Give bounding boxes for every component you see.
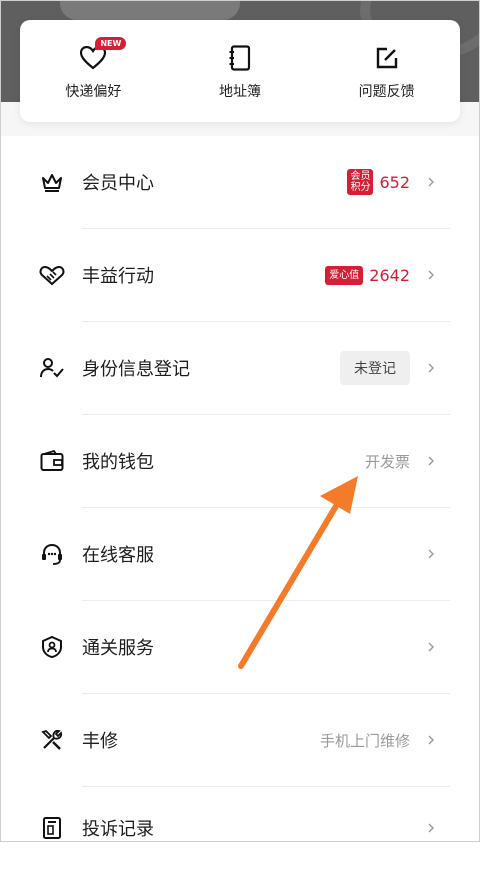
row-repair[interactable]: 丰修 手机上门维修 — [0, 694, 480, 786]
clipboard-icon — [39, 815, 65, 841]
new-badge: NEW — [95, 37, 127, 50]
edit-icon — [372, 43, 402, 73]
crown-icon — [39, 169, 65, 195]
chevron-right-icon — [428, 735, 434, 745]
charity-value-box: 爱心值 2642 — [325, 265, 410, 285]
notebook-icon — [225, 43, 255, 73]
tools-icon — [39, 727, 65, 753]
points-value: 652 — [379, 172, 410, 192]
row-label: 丰益行动 — [82, 266, 154, 287]
points-badge-bottom: 积分 — [350, 182, 371, 193]
chevron-right-icon — [428, 363, 434, 373]
chevron-right-icon — [428, 456, 434, 466]
invoice-hint: 开发票 — [364, 452, 410, 471]
row-customs-service[interactable]: 通关服务 — [0, 601, 480, 693]
row-my-wallet[interactable]: 我的钱包 开发票 — [0, 415, 480, 507]
love-value: 2642 — [369, 265, 410, 285]
row-online-service[interactable]: 在线客服 — [0, 508, 480, 600]
quick-delivery-preference[interactable]: NEW 快递偏好 — [33, 37, 153, 101]
user-check-icon — [39, 355, 65, 381]
row-label: 投诉记录 — [82, 819, 154, 840]
chevron-right-icon — [428, 642, 434, 652]
quick-label: 地址簿 — [218, 84, 261, 100]
chevron-right-icon — [428, 823, 434, 833]
member-points: 会员 积分 652 — [347, 169, 410, 195]
repair-hint-box: 手机上门维修 — [320, 730, 410, 751]
status-badge: 未登记 — [340, 351, 410, 385]
quick-label: 问题反馈 — [358, 84, 415, 100]
row-member-center[interactable]: 会员中心 会员 积分 652 — [0, 136, 480, 228]
row-identity-registration[interactable]: 身份信息登记 未登记 — [0, 322, 480, 414]
row-charity-action[interactable]: 丰益行动 爱心值 2642 — [0, 229, 480, 321]
header-pill — [60, 0, 240, 20]
quick-label: 快递偏好 — [65, 84, 122, 100]
wallet-icon — [39, 448, 65, 474]
chevron-right-icon — [428, 270, 434, 280]
points-badge: 会员 积分 — [347, 169, 374, 195]
row-label: 丰修 — [82, 731, 118, 752]
row-label: 会员中心 — [82, 173, 154, 194]
love-badge: 爱心值 — [325, 265, 364, 285]
quick-feedback[interactable]: 问题反馈 — [327, 41, 447, 101]
repair-hint: 手机上门维修 — [319, 731, 410, 750]
headset-icon — [39, 541, 65, 567]
chevron-right-icon — [428, 549, 434, 559]
row-label: 身份信息登记 — [82, 359, 190, 380]
identity-status-box: 未登记 — [340, 351, 410, 385]
handshake-heart-icon — [39, 262, 65, 288]
points-badge-top: 会员 — [350, 171, 371, 182]
chevron-right-icon — [428, 177, 434, 187]
quick-address-book[interactable]: 地址簿 — [180, 41, 300, 101]
quick-actions-card: NEW 快递偏好 地址簿 问题反馈 — [20, 20, 460, 122]
shield-user-icon — [39, 634, 65, 660]
row-label: 我的钱包 — [82, 452, 154, 473]
row-complaint-records[interactable]: 投诉记录 — [0, 787, 480, 869]
row-label: 通关服务 — [82, 638, 154, 659]
row-label: 在线客服 — [82, 545, 154, 566]
wallet-hint-box: 开发票 — [365, 451, 410, 472]
menu-list: 会员中心 会员 积分 652 丰益行动 爱心值 2642 身份信息登记 未登记 — [0, 136, 480, 842]
